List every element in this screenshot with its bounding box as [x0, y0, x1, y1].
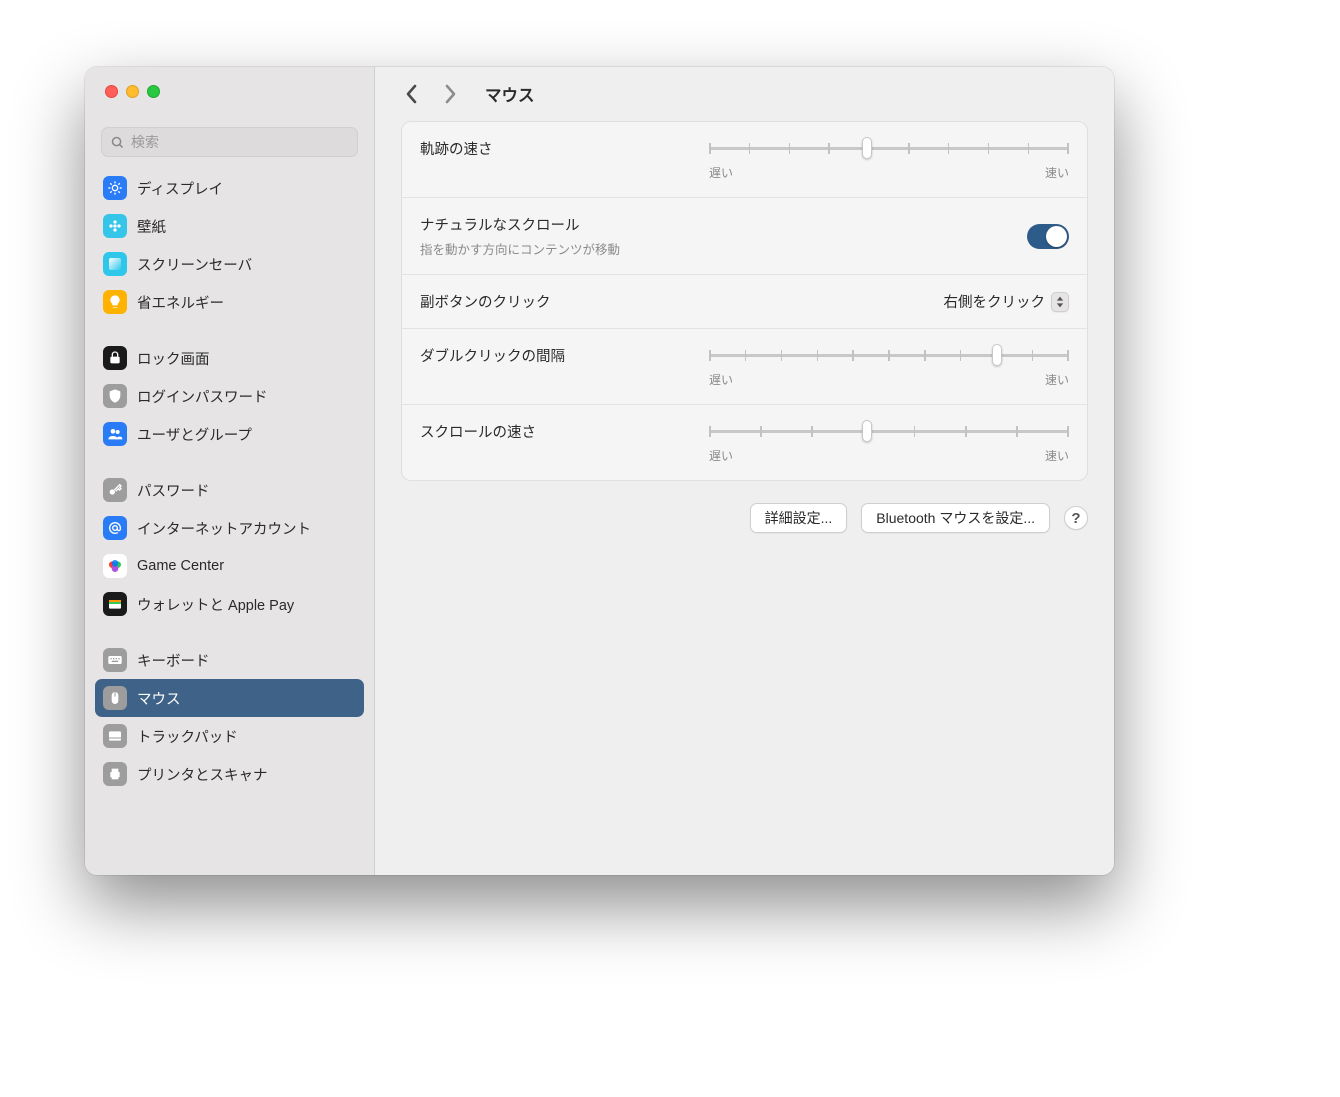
mouse-icon [103, 686, 127, 710]
keyboard-icon [103, 648, 127, 672]
sidebar-item-label: キーボード [137, 650, 210, 671]
footer: 詳細設定... Bluetooth マウスを設定... ? [401, 503, 1088, 533]
natural-scroll-label: ナチュラルなスクロール [420, 214, 620, 235]
double-click-row: ダブルクリックの間隔 遅い 速い [402, 329, 1087, 405]
page-title: マウス [485, 82, 535, 106]
secondary-click-row: 副ボタンのクリック 右側をクリック [402, 275, 1087, 329]
secondary-click-select[interactable]: 右側をクリック [944, 291, 1070, 312]
at-icon [103, 516, 127, 540]
gradient-icon [103, 252, 127, 276]
tracking-speed-row: 軌跡の速さ 遅い 速い [402, 122, 1087, 198]
slider-max-label: 速い [1045, 164, 1069, 181]
sidebar-item-trackpad[interactable]: トラックパッド [95, 717, 364, 755]
secondary-click-label: 副ボタンのクリック [420, 291, 551, 312]
search-field[interactable] [101, 127, 358, 157]
toggle-knob [1046, 226, 1067, 247]
sidebar-item-label: プリンタとスキャナ [137, 764, 268, 785]
sidebar-item-label: ウォレットと Apple Pay [137, 594, 294, 615]
flower-icon [103, 214, 127, 238]
brightness-icon [103, 176, 127, 200]
shield-icon [103, 384, 127, 408]
sidebar-item-users[interactable]: ユーザとグループ [95, 415, 364, 453]
sidebar-item-gamecenter[interactable]: Game Center [95, 547, 364, 585]
slider-min-label: 遅い [709, 447, 733, 464]
natural-scroll-row: ナチュラルなスクロール 指を動かす方向にコンテンツが移動 [402, 198, 1087, 275]
sidebar-item-label: インターネットアカウント [137, 518, 311, 539]
sidebar-item-label: マウス [137, 688, 181, 709]
sidebar-item-energy[interactable]: 省エネルギー [95, 283, 364, 321]
key-icon [103, 478, 127, 502]
tracking-speed-label: 軌跡の速さ [420, 138, 493, 159]
sidebar-item-display[interactable]: ディスプレイ [95, 169, 364, 207]
window-controls [85, 67, 374, 111]
sidebar-item-label: Game Center [137, 558, 224, 574]
close-window-button[interactable] [105, 85, 118, 98]
scroll-speed-slider[interactable]: 遅い 速い [709, 421, 1069, 464]
advanced-settings-button[interactable]: 詳細設定... [750, 503, 848, 533]
search-icon [110, 135, 125, 150]
forward-button[interactable] [439, 83, 461, 105]
sidebar-item-lockscreen[interactable]: ロック画面 [95, 339, 364, 377]
sidebar-item-keyboard[interactable]: キーボード [95, 641, 364, 679]
sidebar-list: ディスプレイ壁紙スクリーンセーバ省エネルギーロック画面ログインパスワードユーザと… [85, 167, 374, 793]
double-click-label: ダブルクリックの間隔 [420, 345, 565, 366]
sidebar-item-printers[interactable]: プリンタとスキャナ [95, 755, 364, 793]
sidebar-item-loginpassword[interactable]: ログインパスワード [95, 377, 364, 415]
content: マウス 軌跡の速さ 遅い 速い [375, 67, 1114, 875]
trackpad-icon [103, 724, 127, 748]
help-button[interactable]: ? [1064, 506, 1088, 530]
sidebar-item-wallpaper[interactable]: 壁紙 [95, 207, 364, 245]
tracking-speed-slider[interactable]: 遅い 速い [709, 138, 1069, 181]
natural-scroll-sublabel: 指を動かす方向にコンテンツが移動 [420, 239, 620, 258]
content-header: マウス [375, 67, 1114, 121]
scroll-speed-label: スクロールの速さ [420, 421, 536, 442]
sidebar-item-label: ディスプレイ [137, 178, 223, 199]
sidebar-item-label: 壁紙 [137, 216, 166, 237]
sidebar-item-label: パスワード [137, 480, 210, 501]
sidebar-item-label: トラックパッド [137, 726, 238, 747]
settings-panel: 軌跡の速さ 遅い 速い ナチュラルなスクロール 指を動かす方向にコンテンツ [401, 121, 1088, 481]
zoom-window-button[interactable] [147, 85, 160, 98]
bulb-icon [103, 290, 127, 314]
double-click-slider[interactable]: 遅い 速い [709, 345, 1069, 388]
users-icon [103, 422, 127, 446]
sidebar-item-passwords[interactable]: パスワード [95, 471, 364, 509]
updown-arrows-icon [1051, 292, 1069, 312]
sidebar-item-label: ログインパスワード [137, 386, 268, 407]
sidebar-item-mouse[interactable]: マウス [95, 679, 364, 717]
wallet-icon [103, 592, 127, 616]
scroll-speed-row: スクロールの速さ 遅い 速い [402, 405, 1087, 480]
printer-icon [103, 762, 127, 786]
gamecenter-icon [103, 554, 127, 578]
sidebar-item-screensaver[interactable]: スクリーンセーバ [95, 245, 364, 283]
secondary-click-value: 右側をクリック [944, 291, 1046, 312]
slider-max-label: 速い [1045, 447, 1069, 464]
slider-max-label: 速い [1045, 371, 1069, 388]
back-button[interactable] [401, 83, 423, 105]
natural-scroll-toggle[interactable] [1027, 224, 1069, 249]
slider-min-label: 遅い [709, 371, 733, 388]
sidebar: ディスプレイ壁紙スクリーンセーバ省エネルギーロック画面ログインパスワードユーザと… [85, 67, 375, 875]
settings-window: ディスプレイ壁紙スクリーンセーバ省エネルギーロック画面ログインパスワードユーザと… [85, 67, 1114, 875]
slider-min-label: 遅い [709, 164, 733, 181]
sidebar-item-label: 省エネルギー [137, 292, 224, 313]
sidebar-item-wallet[interactable]: ウォレットと Apple Pay [95, 585, 364, 623]
sidebar-item-label: ユーザとグループ [137, 424, 252, 445]
sidebar-item-label: スクリーンセーバ [137, 254, 252, 275]
sidebar-item-internet-accounts[interactable]: インターネットアカウント [95, 509, 364, 547]
minimize-window-button[interactable] [126, 85, 139, 98]
lock-icon [103, 346, 127, 370]
bluetooth-mouse-button[interactable]: Bluetooth マウスを設定... [861, 503, 1050, 533]
search-input[interactable] [131, 134, 349, 150]
sidebar-item-label: ロック画面 [137, 348, 210, 369]
